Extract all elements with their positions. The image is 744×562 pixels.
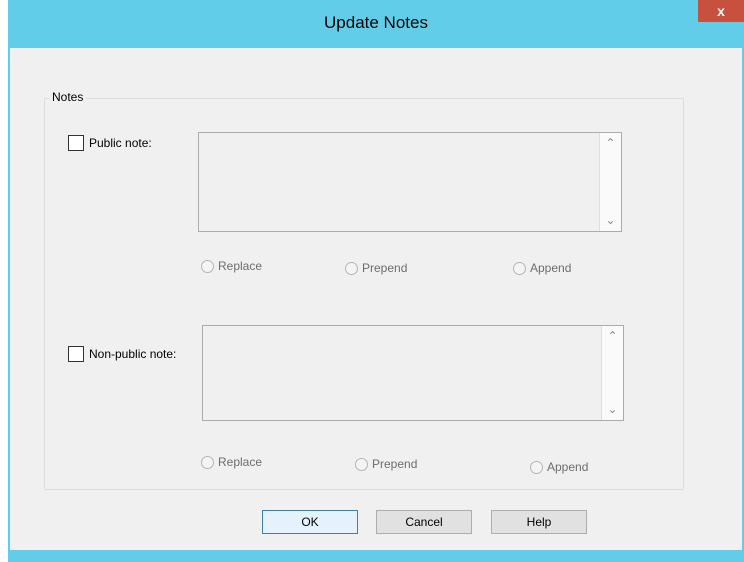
- public-append-label: Append: [530, 261, 572, 275]
- nonpublic-note-label: Non-public note:: [89, 347, 177, 361]
- nonpublic-note-textarea[interactable]: ⌃ ⌄: [202, 325, 624, 421]
- public-note-textarea[interactable]: ⌃ ⌄: [198, 132, 622, 232]
- notes-group-label: Notes: [49, 90, 87, 104]
- cancel-button[interactable]: Cancel: [376, 510, 472, 534]
- close-button[interactable]: x: [698, 0, 744, 22]
- dialog-title: Update Notes: [324, 13, 428, 32]
- scroll-up-icon[interactable]: ⌃: [602, 326, 623, 347]
- public-note-checkbox[interactable]: [68, 135, 84, 151]
- close-icon: x: [717, 3, 725, 19]
- scroll-up-icon[interactable]: ⌃: [600, 133, 621, 154]
- nonpublic-append-radio[interactable]: [530, 461, 543, 474]
- update-notes-dialog: Update Notes x Notes Public note: ⌃ ⌄ Re…: [8, 0, 744, 562]
- public-prepend-label: Prepend: [362, 261, 408, 275]
- ok-button[interactable]: OK: [262, 510, 358, 534]
- scroll-down-icon[interactable]: ⌄: [602, 399, 623, 420]
- nonpublic-replace-label: Replace: [218, 455, 263, 469]
- public-replace-label: Replace: [218, 259, 263, 273]
- public-note-label: Public note:: [89, 136, 152, 150]
- nonpublic-note-scrollbar[interactable]: ⌃ ⌄: [601, 326, 623, 420]
- window-bottom-border: [8, 550, 744, 562]
- public-prepend-radio[interactable]: [345, 262, 358, 275]
- scroll-down-icon[interactable]: ⌄: [600, 210, 621, 231]
- public-replace-radio[interactable]: [201, 260, 214, 273]
- nonpublic-append-label: Append: [547, 460, 589, 474]
- nonpublic-note-checkbox[interactable]: [68, 346, 84, 362]
- nonpublic-replace-radio[interactable]: [201, 456, 214, 469]
- nonpublic-prepend-radio[interactable]: [355, 458, 368, 471]
- help-button[interactable]: Help: [491, 510, 587, 534]
- public-append-radio[interactable]: [513, 262, 526, 275]
- dialog-client-area: Notes Public note: ⌃ ⌄ Replace Prepend A…: [10, 48, 742, 550]
- public-note-scrollbar[interactable]: ⌃ ⌄: [599, 133, 621, 231]
- nonpublic-prepend-label: Prepend: [372, 457, 418, 471]
- title-bar: Update Notes x: [8, 0, 744, 48]
